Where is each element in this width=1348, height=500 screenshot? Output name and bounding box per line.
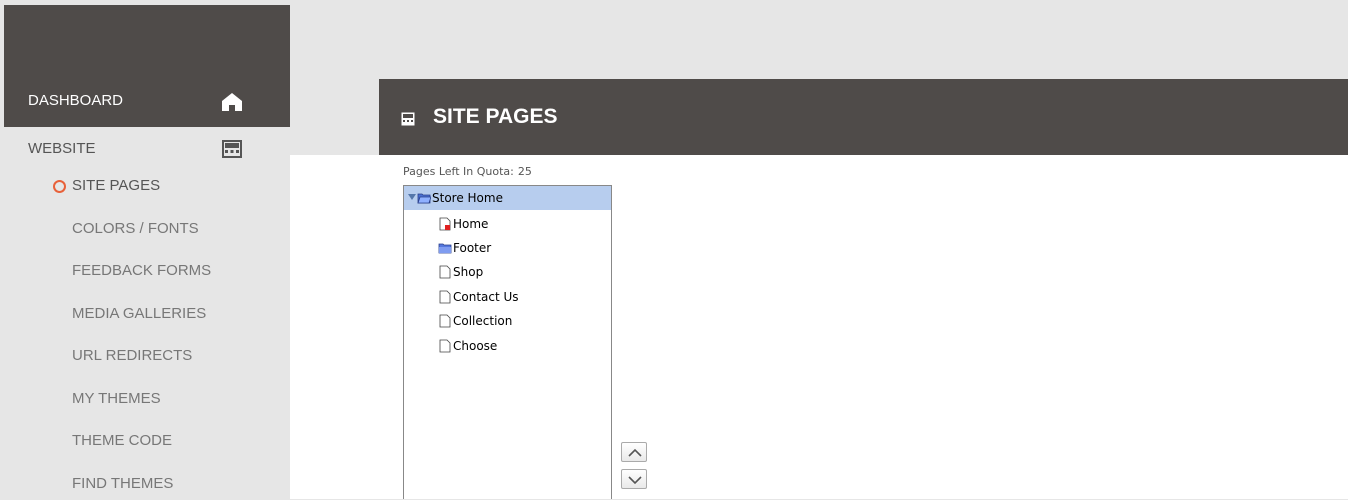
sidebar-item-feedback-forms[interactable]: FEEDBACK FORMS [4,257,290,287]
sidebar-item-label: MEDIA GALLERIES [72,305,207,322]
page-icon [439,314,451,328]
tree-node-label: Home [453,217,489,231]
page-header: SITE PAGES [379,79,1348,155]
chevron-down-icon [628,476,642,485]
page-home-icon [439,217,451,231]
quota-label: Pages Left In Quota: [403,165,514,178]
home-icon [222,93,242,111]
page-icon [439,339,451,353]
tree-node-label: Collection [453,314,513,328]
collapse-triangle-icon[interactable] [408,193,416,201]
page-title: SITE PAGES [433,105,558,128]
sidebar-item-label: FIND THEMES [72,475,174,492]
website-icon [222,140,242,158]
sidebar-item-label: FEEDBACK FORMS [72,262,212,279]
sidebar-item-website[interactable]: WEBSITE [4,134,290,164]
tree-node-label: Shop [453,265,484,279]
sidebar-item-find-themes[interactable]: FIND THEMES [4,470,290,500]
move-down-button[interactable] [621,469,647,489]
tree-node-label: Contact Us [453,290,519,304]
sidebar-item-label: THEME CODE [72,432,173,449]
website-label: WEBSITE [28,140,96,157]
page-icon [439,265,451,279]
sidebar-item-url-redirects[interactable]: URL REDIRECTS [4,342,290,372]
page-tree[interactable]: Store Home Home Footer Shop Contact Us C… [403,185,612,499]
sidebar-item-site-pages[interactable]: SITE PAGES [4,172,290,202]
active-indicator-icon [53,180,66,193]
quota-value: 25 [517,165,532,178]
quota-text: Pages Left In Quota: 25 [403,165,532,178]
sidebar-item-my-themes[interactable]: MY THEMES [4,385,290,415]
tree-node-label: Choose [453,339,498,353]
chevron-up-icon [628,448,642,457]
sidebar-item-label: MY THEMES [72,390,161,407]
sidebar-item-label: COLORS / FONTS [72,220,199,237]
move-up-button[interactable] [621,442,647,462]
sidebar-item-dashboard[interactable]: DASHBOARD [4,78,290,126]
sidebar-item-theme-code[interactable]: THEME CODE [4,427,290,457]
sidebar-item-label: URL REDIRECTS [72,347,193,364]
folder-icon [438,243,452,254]
tree-node-label: Footer [453,241,492,255]
tree-root-node[interactable]: Store Home [404,186,611,210]
sidebar-item-colors-fonts[interactable]: COLORS / FONTS [4,215,290,245]
tree-node-label: Store Home [432,191,503,205]
sidebar-item-media-galleries[interactable]: MEDIA GALLERIES [4,300,290,330]
dashboard-label: DASHBOARD [28,92,124,109]
folder-open-icon [417,193,431,204]
sidebar-item-label: SITE PAGES [72,177,161,194]
page-icon [439,290,451,304]
site-pages-icon [401,112,415,126]
